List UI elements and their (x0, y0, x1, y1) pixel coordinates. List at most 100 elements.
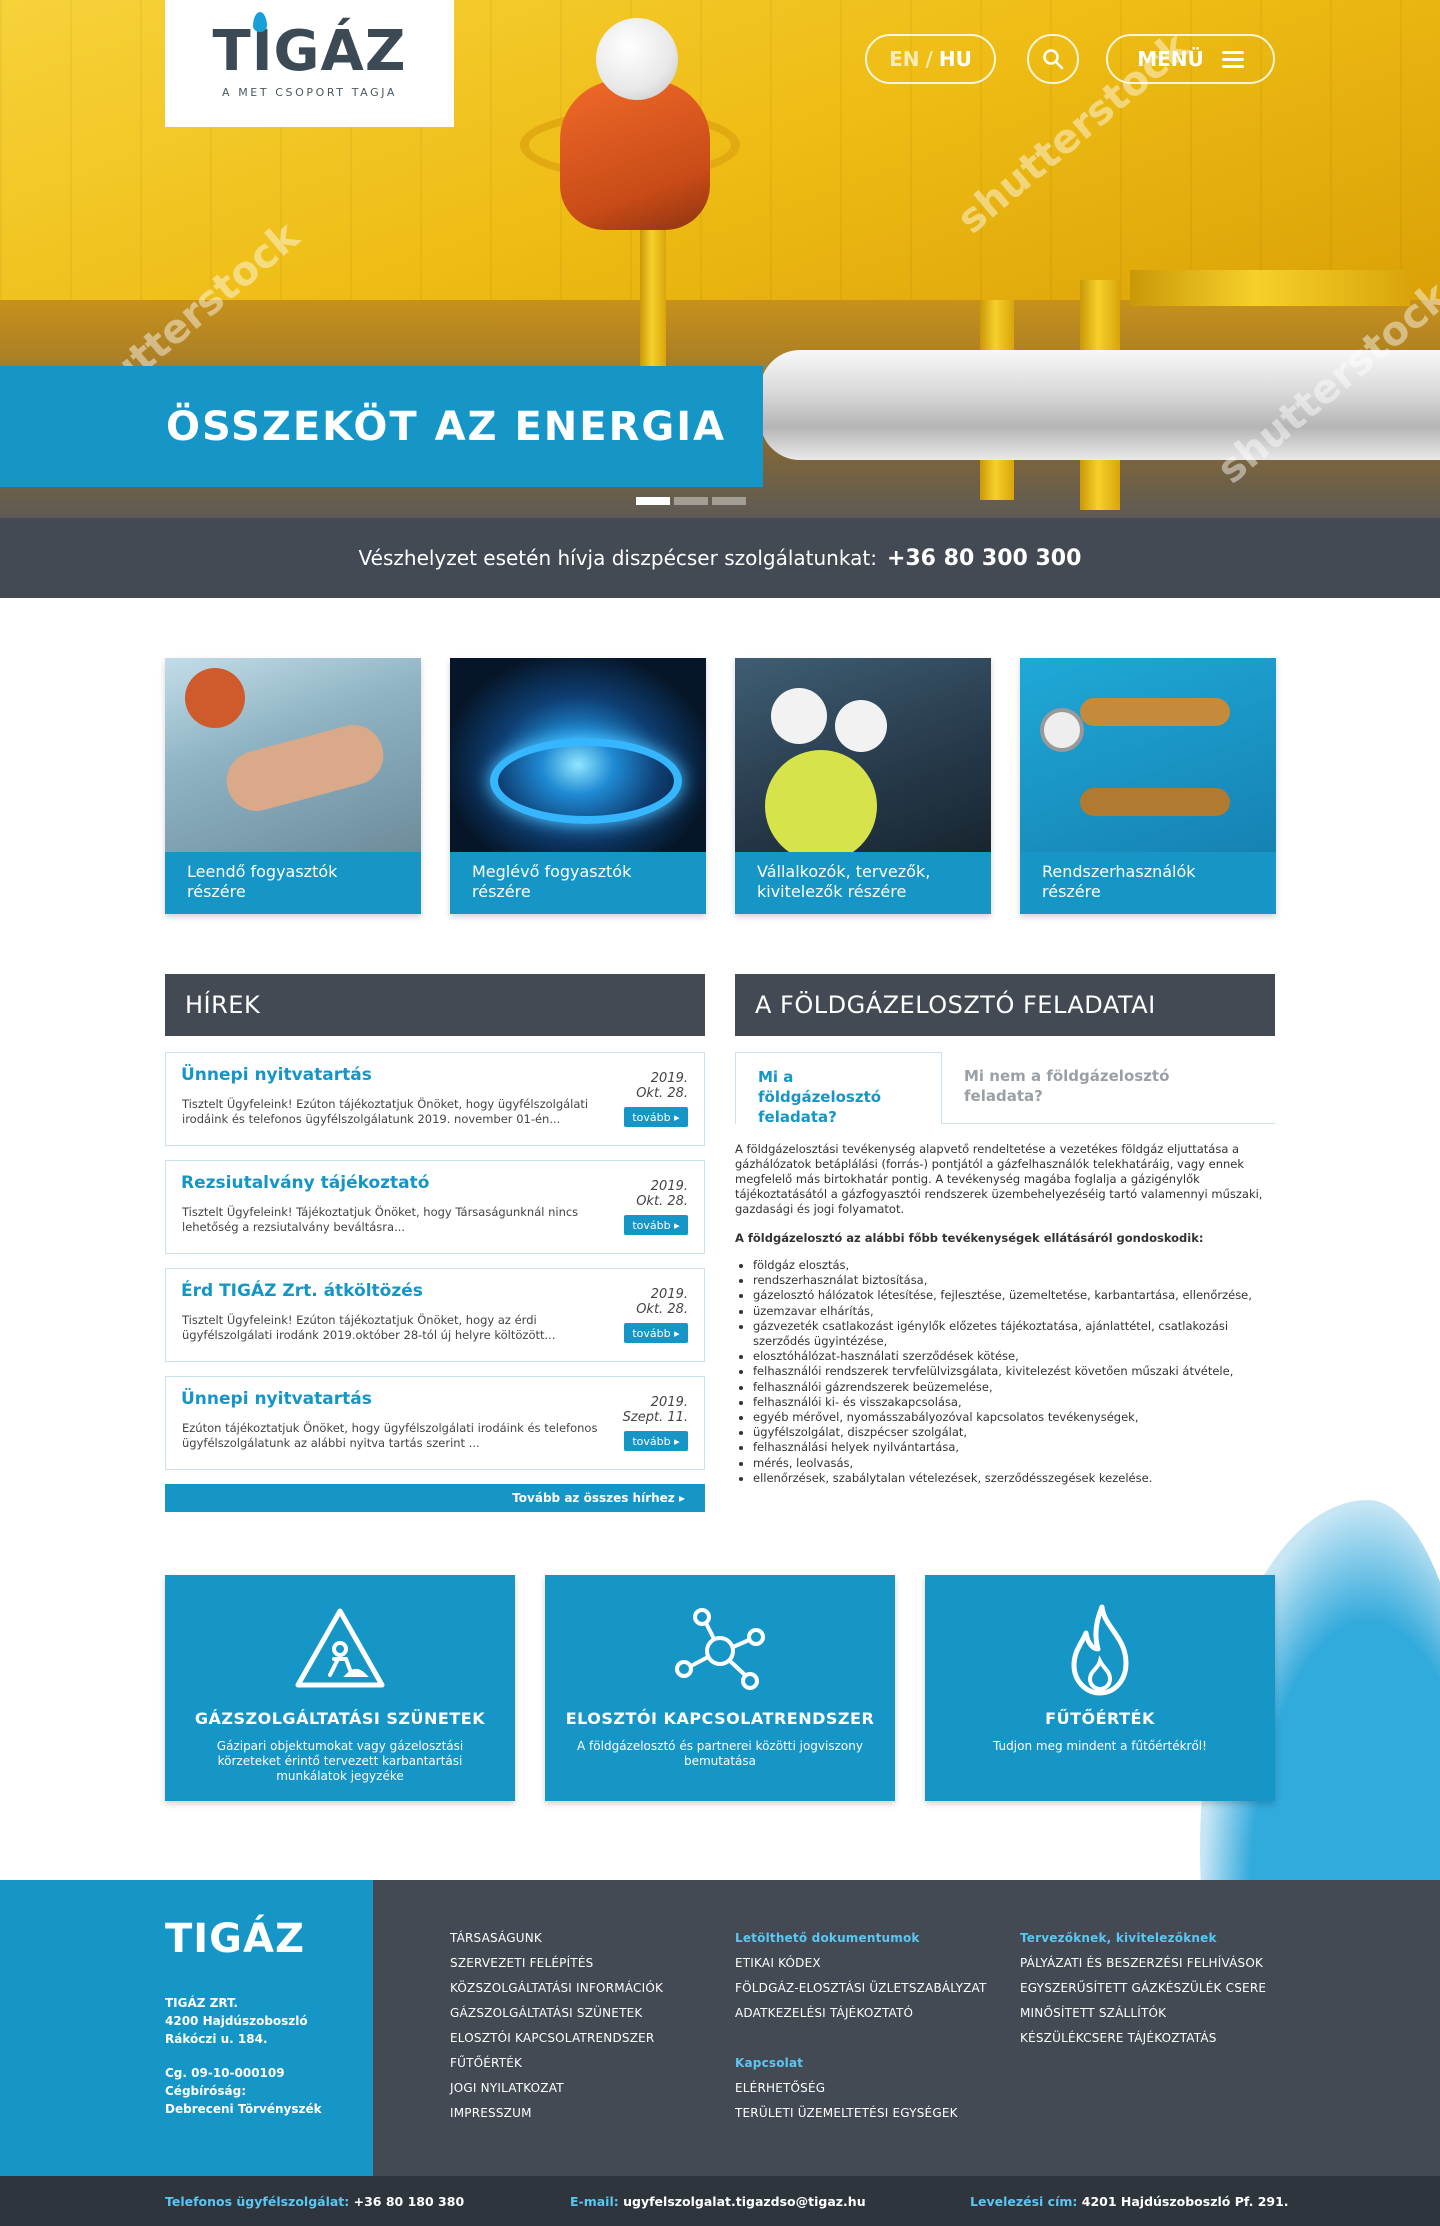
footer-link[interactable]: ELÉRHETŐSÉG (735, 2076, 987, 2101)
service-network[interactable]: ELOSZTÓI KAPCSOLATRENDSZER A földgázelos… (545, 1575, 895, 1801)
card-image (450, 658, 706, 852)
news-title[interactable]: Rezsiutalvány tájékoztató (181, 1173, 429, 1193)
footer-link[interactable]: IMPRESSZUM (450, 2101, 663, 2126)
card-image (1020, 658, 1276, 852)
service-text: Tudjon meg mindent a fűtőértékről! (993, 1739, 1207, 1753)
news-year: 2019. (650, 1071, 688, 1086)
footer-link[interactable]: PÁLYÁZATI ÉS BESZERZÉSI FELHÍVÁSOK (1020, 1951, 1266, 1976)
lang-separator: / (925, 47, 933, 71)
search-button[interactable] (1027, 34, 1079, 84)
logo-flame-icon (253, 12, 267, 32)
more-button[interactable]: tovább ▸ (624, 1431, 688, 1451)
lang-en[interactable]: EN (889, 47, 919, 71)
news-title[interactable]: Érd TIGÁZ Zrt. átköltözés (181, 1281, 423, 1301)
network-icon (675, 1608, 765, 1690)
card-label: Leendő fogyasztók részére (165, 852, 421, 914)
footer-email-value[interactable]: ugyfelszolgalat.tigazdso@tigaz.hu (623, 2194, 865, 2209)
footer-col-heading: Letölthető dokumentumok (735, 1931, 920, 1945)
hero-worker (560, 80, 710, 230)
hero-helmet (596, 18, 678, 100)
hero-banner: ÖSSZEKÖT AZ ENERGIA (0, 366, 763, 487)
list-item: rendszerhasználat biztosítása, (753, 1273, 1275, 1288)
footer-link[interactable]: KÉSZÜLÉKCSERE TÁJÉKOZTATÁS (1020, 2026, 1266, 2051)
lang-hu[interactable]: HU (939, 47, 972, 71)
card-system-users[interactable]: Rendszerhasználók részére (1020, 658, 1276, 914)
list-item: ellenőrzések, szabálytalan vételezések, … (753, 1471, 1275, 1486)
news-item[interactable]: Ünnepi nyitvatartás Ezúton tájékoztatjuk… (165, 1376, 705, 1470)
logo-subtitle: A MET CSOPORT TAGJA (221, 86, 398, 99)
card-existing-consumers[interactable]: Meglévő fogyasztók részére (450, 658, 706, 914)
service-heating-value[interactable]: FŰTŐÉRTÉK Tudjon meg mindent a fűtőérték… (925, 1575, 1275, 1801)
card-label: Vállalkozók, tervezők, kivitelezők részé… (735, 852, 991, 914)
card-label: Meglévő fogyasztók részére (450, 852, 706, 914)
footer-street: Rákóczi u. 184. (165, 2032, 268, 2046)
hamburger-icon (1221, 47, 1244, 72)
footer-link[interactable]: FÖLDGÁZ-ELOSZTÁSI ÜZLETSZABÁLYZAT (735, 1976, 987, 2001)
tasks-heading: A FÖLDGÁZELOSZTÓ FELADATAI (735, 974, 1275, 1036)
service-text: Gázipari objektumokat vagy gázelosztási … (216, 1739, 464, 1783)
menu-button[interactable]: MENÜ (1106, 34, 1275, 84)
footer-link[interactable]: EGYSZERŰSÍTETT GÁZKÉSZÜLÉK CSERE (1020, 1976, 1266, 2001)
footer-link[interactable]: ELOSZTÓI KAPCSOLATRENDSZER (450, 2026, 663, 2051)
slider-dot[interactable] (712, 497, 746, 505)
news-excerpt: Tisztelt Ügyfeleink! Ezúton tájékoztatju… (182, 1097, 589, 1126)
news-heading: HÍREK (165, 974, 705, 1036)
news-date: 2019. Okt. 28. (636, 1179, 688, 1209)
list-item: gázvezeték csatlakozást igénylők előzete… (753, 1319, 1275, 1349)
slider-dot[interactable] (674, 497, 708, 505)
list-item: egyéb mérővel, nyomásszabályozóval kapcs… (753, 1410, 1275, 1425)
footer-link[interactable]: GÁZSZOLGÁLTATÁSI SZÜNETEK (450, 2001, 663, 2026)
tab-not-tasks[interactable]: Mi nem a földgázelosztó feladata? (942, 1052, 1275, 1124)
footer-link[interactable]: ADATKEZELÉSI TÁJÉKOZTATÓ (735, 2001, 987, 2026)
news-title[interactable]: Ünnepi nyitvatartás (181, 1389, 372, 1409)
card-contractors[interactable]: Vállalkozók, tervezők, kivitelezők részé… (735, 658, 991, 914)
footer-logo[interactable]: TIGÁZ (165, 1916, 305, 1962)
footer-col-designers: Tervezőknek, kivitelezőknek PÁLYÁZATI ÉS… (1020, 1926, 1266, 2051)
footer-phone-label: Telefonos ügyfélszolgálat: (165, 2193, 350, 2209)
more-button[interactable]: tovább ▸ (624, 1107, 688, 1127)
flame-icon (1071, 1604, 1129, 1696)
news-date: 2019. Szept. 11. (623, 1395, 688, 1425)
footer-link[interactable]: KÖZSZOLGÁLTATÁSI INFORMÁCIÓK (450, 1976, 663, 2001)
footer-link[interactable]: MINŐSÍTETT SZÁLLÍTÓK (1020, 2001, 1266, 2026)
slider-dot[interactable] (636, 497, 670, 505)
all-news-button[interactable]: Tovább az összes hírhez ▸ (165, 1484, 705, 1512)
footer-link[interactable]: ETIKAI KÓDEX (735, 1951, 987, 1976)
slider-dots (636, 497, 746, 505)
list-item: felhasználási helyek nyilvántartása, (753, 1440, 1275, 1455)
tasks-intro: A földgázelosztási tevékenység alapvető … (735, 1142, 1263, 1216)
footer-col-heading: Tervezőknek, kivitelezőknek (1020, 1931, 1217, 1945)
language-switcher[interactable]: EN / HU (865, 34, 996, 84)
more-button[interactable]: tovább ▸ (624, 1323, 688, 1343)
news-item[interactable]: Ünnepi nyitvatartás Tisztelt Ügyfeleink!… (165, 1052, 705, 1146)
footer-col-company: TÁRSASÁGUNK SZERVEZETI FELÉPÍTÉS KÖZSZOL… (450, 1926, 663, 2126)
more-button[interactable]: tovább ▸ (624, 1215, 688, 1235)
footer-email-label: E-mail: (570, 2193, 619, 2209)
footer-post-value: 4201 Hajdúszoboszló Pf. 291. (1081, 2193, 1289, 2209)
footer-court-label: Cégbíróság: (165, 2084, 247, 2098)
footer-link[interactable]: TÁRSASÁGUNK (450, 1926, 663, 1951)
footer-link[interactable]: SZERVEZETI FELÉPÍTÉS (450, 1951, 663, 1976)
footer-phone-value[interactable]: +36 80 180 380 (354, 2194, 465, 2209)
news-item[interactable]: Érd TIGÁZ Zrt. átköltözés Tisztelt Ügyfe… (165, 1268, 705, 1362)
footer-link[interactable]: FŰTŐÉRTÉK (450, 2051, 663, 2076)
footer-link[interactable]: JOGI NYILATKOZAT (450, 2076, 663, 2101)
news-title[interactable]: Ünnepi nyitvatartás (181, 1065, 372, 1085)
footer-link[interactable]: TERÜLETI ÜZEMELTETÉSI EGYSÉGEK (735, 2101, 987, 2126)
tab-tasks[interactable]: Mi a földgázelosztó feladata? (735, 1052, 942, 1126)
footer-email: E-mail: ugyfelszolgalat.tigazdso@tigaz.h… (570, 2194, 866, 2209)
service-outages[interactable]: GÁZSZOLGÁLTATÁSI SZÜNETEK Gázipari objek… (165, 1575, 515, 1801)
footer-contact-bar: Telefonos ügyfélszolgálat: +36 80 180 38… (0, 2176, 1440, 2226)
logo[interactable]: TIGÁZ A MET CSOPORT TAGJA (165, 0, 454, 127)
footer-cg: Cg. 09-10-000109 (165, 2066, 285, 2080)
list-item: üzemzavar elhárítás, (753, 1304, 1275, 1319)
card-future-consumers[interactable]: Leendő fogyasztók részére (165, 658, 421, 914)
news-day: Szept. 11. (622, 1410, 688, 1425)
service-title: GÁZSZOLGÁLTATÁSI SZÜNETEK (194, 1709, 486, 1728)
card-image (735, 658, 991, 852)
news-day: Okt. 28. (636, 1086, 688, 1101)
news-excerpt: Tisztelt Ügyfeleink! Tájékoztatjuk Önöke… (182, 1205, 579, 1234)
list-item: felhasználói gázrendszerek beüzemelése, (753, 1380, 1275, 1395)
news-item[interactable]: Rezsiutalvány tájékoztató Tisztelt Ügyfe… (165, 1160, 705, 1254)
emergency-phone[interactable]: +36 80 300 300 (887, 546, 1082, 571)
